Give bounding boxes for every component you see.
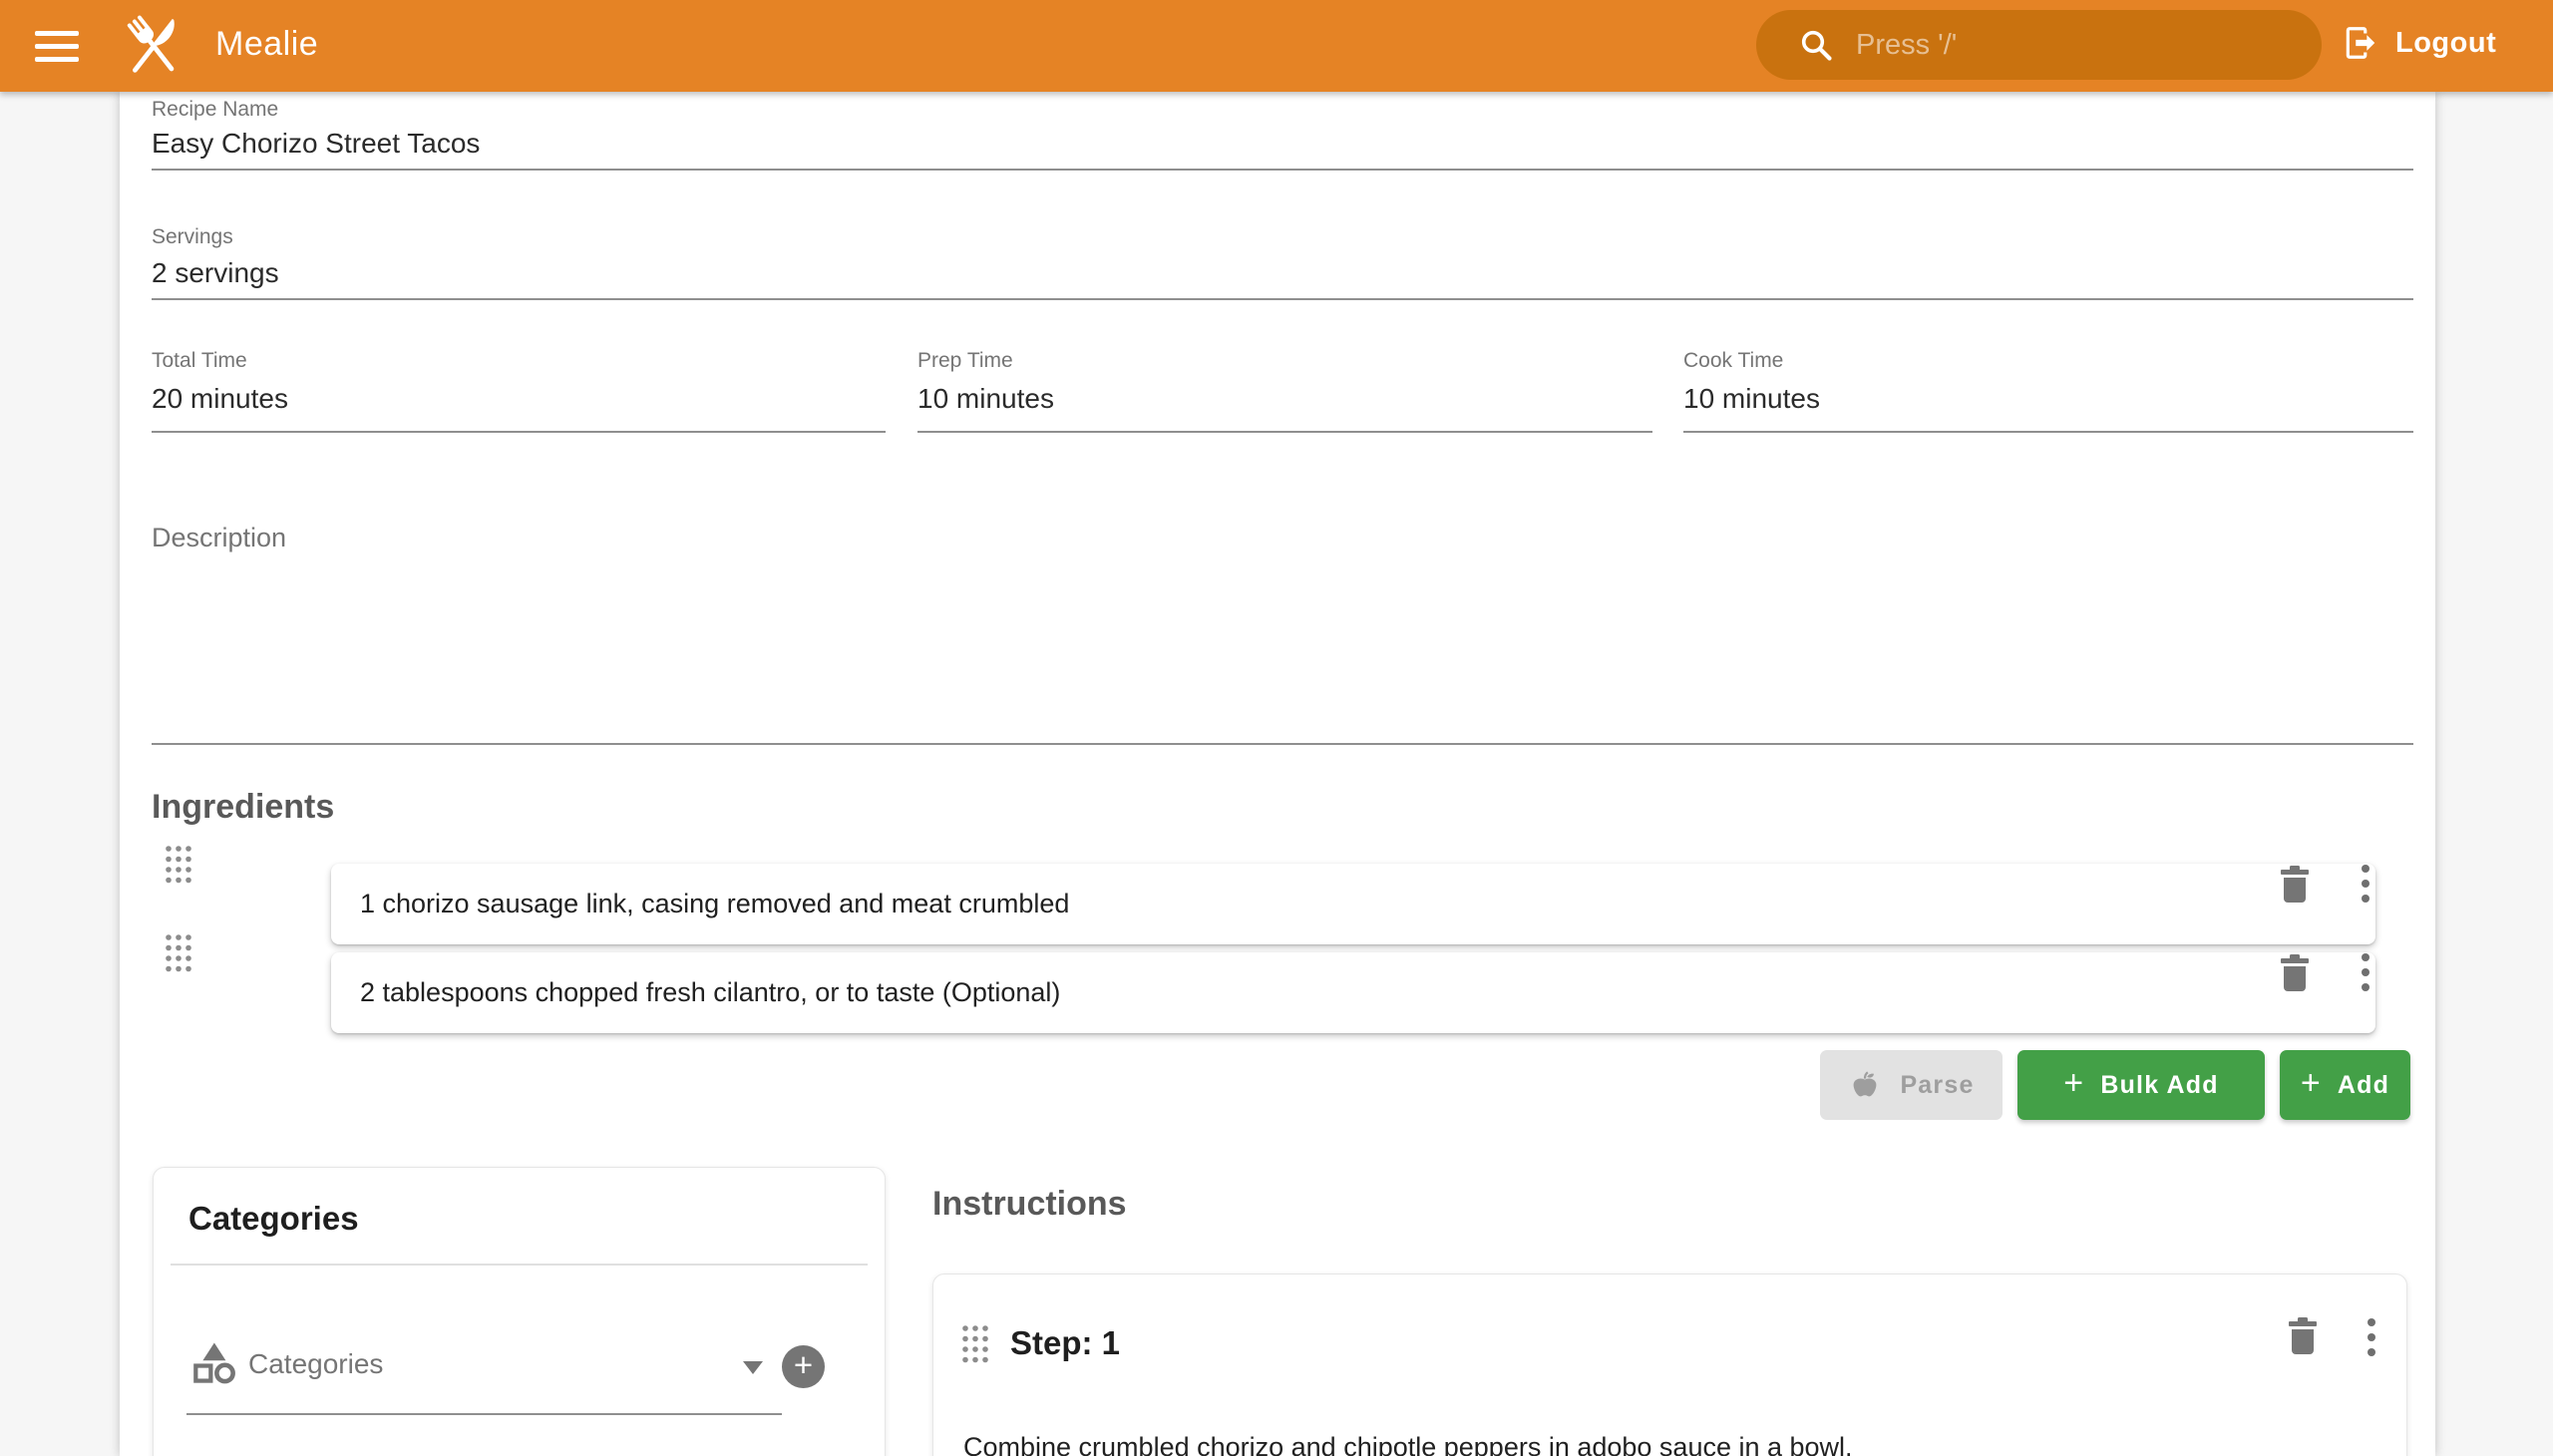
total-time-input[interactable]: 20 minutes xyxy=(152,383,288,415)
ingredient-text: 2 tablespoons chopped fresh cilantro, or… xyxy=(360,977,1060,1008)
app-bar: Mealie Press '/' Logout xyxy=(0,0,2553,92)
total-time-underline xyxy=(152,431,886,433)
description-textarea[interactable]: Description xyxy=(152,523,286,553)
ingredient-actions: Parse + Bulk Add + Add xyxy=(1820,1050,2410,1120)
divider xyxy=(171,1264,868,1266)
mealie-recipe-editor: Mealie Press '/' Logout Recipe Name Easy… xyxy=(0,0,2553,1456)
ingredient-menu-icon[interactable] xyxy=(2362,865,2370,903)
app-title: Mealie xyxy=(215,25,318,64)
instructions-heading: Instructions xyxy=(932,1185,1127,1224)
drag-handle-icon[interactable] xyxy=(961,1324,989,1363)
drag-handle-icon[interactable] xyxy=(165,933,192,972)
bulk-add-button[interactable]: + Bulk Add xyxy=(2017,1050,2265,1120)
parse-button[interactable]: Parse xyxy=(1820,1050,2003,1120)
ingredient-menu-icon[interactable] xyxy=(2362,953,2370,991)
menu-icon[interactable] xyxy=(35,31,79,62)
logout-label: Logout xyxy=(2395,27,2496,60)
categories-select[interactable]: Categories xyxy=(248,1348,383,1380)
mealie-logo-icon xyxy=(118,10,189,82)
plus-icon: + xyxy=(2063,1064,2084,1103)
categories-card: Categories Categories + xyxy=(153,1167,886,1456)
logout-icon xyxy=(2342,24,2379,62)
ingredients-heading: Ingredients xyxy=(152,788,334,827)
step-title: Step: 1 xyxy=(1010,1324,1120,1362)
recipe-name-input[interactable]: Easy Chorizo Street Tacos xyxy=(152,128,480,160)
categories-select-underline xyxy=(186,1413,782,1415)
ingredient-text: 1 chorizo sausage link, casing removed a… xyxy=(360,889,1069,919)
prep-time-underline xyxy=(917,431,1652,433)
prep-time-label: Prep Time xyxy=(917,349,1013,373)
logout-button[interactable]: Logout xyxy=(2342,24,2496,62)
cook-time-input[interactable]: 10 minutes xyxy=(1683,383,1820,415)
cook-time-underline xyxy=(1683,431,2413,433)
categories-card-title: Categories xyxy=(188,1200,359,1238)
recipe-sheet: Recipe Name Easy Chorizo Street Tacos Se… xyxy=(120,92,2435,1456)
step-menu-icon[interactable] xyxy=(2368,1318,2375,1356)
delete-step-icon[interactable] xyxy=(2286,1317,2320,1355)
delete-ingredient-icon[interactable] xyxy=(2278,866,2312,904)
apple-icon xyxy=(1848,1067,1882,1103)
recipe-name-label: Recipe Name xyxy=(152,98,278,122)
parse-label: Parse xyxy=(1900,1071,1974,1100)
description-underline xyxy=(152,743,2413,745)
plus-icon: + xyxy=(2301,1064,2322,1103)
chevron-down-icon[interactable] xyxy=(743,1361,763,1374)
servings-label: Servings xyxy=(152,225,233,249)
ingredient-input[interactable]: 2 tablespoons chopped fresh cilantro, or… xyxy=(331,952,2375,1033)
plus-icon: + xyxy=(794,1346,813,1384)
recipe-name-underline xyxy=(152,169,2413,171)
cook-time-label: Cook Time xyxy=(1683,349,1783,373)
search-placeholder: Press '/' xyxy=(1856,29,1957,62)
add-category-button[interactable]: + xyxy=(782,1345,825,1388)
drag-handle-icon[interactable] xyxy=(165,845,192,884)
prep-time-input[interactable]: 10 minutes xyxy=(917,383,1054,415)
delete-ingredient-icon[interactable] xyxy=(2278,954,2312,992)
servings-input[interactable]: 2 servings xyxy=(152,257,279,289)
total-time-label: Total Time xyxy=(152,349,247,373)
step-text-input[interactable]: Combine crumbled chorizo and chipotle pe… xyxy=(963,1432,1853,1456)
category-shapes-icon xyxy=(190,1339,236,1385)
search-input[interactable]: Press '/' xyxy=(1756,10,2322,80)
instruction-step-card: Step: 1 Combine crumbled chorizo and chi… xyxy=(932,1274,2407,1456)
ingredient-input[interactable]: 1 chorizo sausage link, casing removed a… xyxy=(331,864,2375,944)
search-icon xyxy=(1798,27,1834,63)
bulk-add-label: Bulk Add xyxy=(2100,1071,2218,1100)
servings-underline xyxy=(152,298,2413,300)
add-ingredient-button[interactable]: + Add xyxy=(2280,1050,2410,1120)
add-label: Add xyxy=(2338,1071,2389,1100)
